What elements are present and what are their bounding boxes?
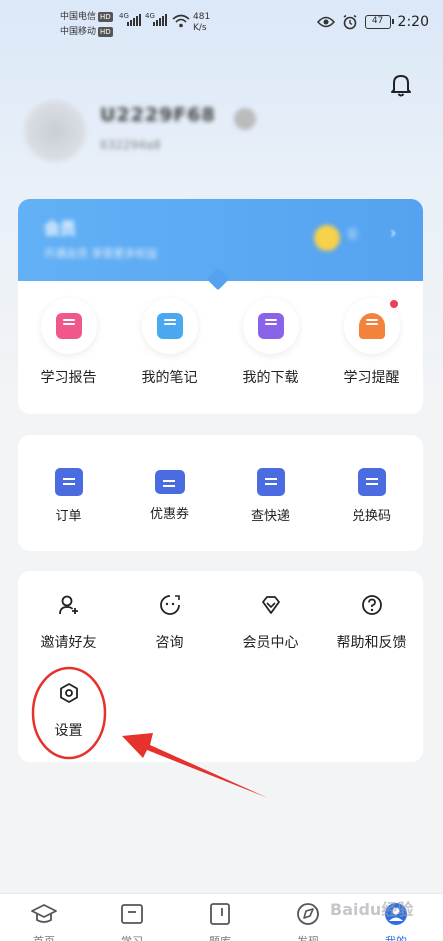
study-reminder-label: 学习提醒 (343, 370, 400, 386)
express-button[interactable]: 查快递 (220, 468, 321, 524)
vip-subtitle: 开通会员 享受更多权益 (44, 247, 158, 260)
settings-icon (59, 683, 78, 703)
redeem-code-label: 兑换码 (351, 509, 391, 524)
help-feedback-label: 帮助和反馈 (336, 635, 407, 651)
eye-icon (316, 16, 335, 28)
battery-indicator: 47 (364, 15, 394, 29)
report-icon (40, 298, 97, 354)
hd-badge: HD (98, 27, 113, 37)
study-book-icon (121, 904, 143, 924)
home-cap-icon (31, 904, 57, 923)
user-id: 632294a8 (100, 138, 161, 152)
discover-icon (297, 903, 319, 925)
express-icon (256, 468, 285, 496)
study-report-label: 学习报告 (40, 370, 97, 386)
reminder-icon (343, 298, 400, 354)
redeem-code-icon (357, 468, 386, 496)
tab-question-bank-label: 题库 (176, 933, 264, 941)
vip-coin-count: 0 (348, 227, 357, 243)
carrier-1: 中国电信 (60, 12, 97, 22)
my-downloads-button[interactable]: 我的下载 (220, 298, 321, 387)
avatar[interactable] (24, 100, 86, 162)
speed-unit: K/s (193, 23, 207, 33)
vip-title: 会员 (44, 219, 77, 238)
consult-button[interactable]: 咨询 (119, 594, 220, 652)
wifi-icon (172, 14, 190, 28)
status-bar: 中国电信 HD 中国移动 HD 4G 4G 481 K/s 47 2:20 (0, 0, 443, 48)
settings-button[interactable]: 设置 (18, 682, 119, 740)
order-icon (54, 468, 83, 496)
my-downloads-label: 我的下载 (242, 370, 299, 386)
tab-home[interactable]: 首页 (0, 902, 88, 941)
redeem-code-button[interactable]: 兑换码 (321, 468, 422, 524)
tab-profile-label: 我的 (352, 933, 440, 941)
member-center-label: 会员中心 (242, 635, 299, 651)
hd-badge: HD (98, 12, 113, 22)
level-badge-icon (234, 108, 256, 130)
coupon-icon (154, 470, 185, 494)
study-report-button[interactable]: 学习报告 (18, 298, 119, 387)
speed-value: 481 (193, 12, 211, 22)
chevron-right-icon: › (390, 223, 397, 242)
vip-card[interactable]: 会员 开通会员 享受更多权益 0 › (18, 199, 423, 281)
username: U2229F68 (100, 104, 216, 126)
status-right: 47 2:20 (316, 14, 429, 30)
help-icon (361, 595, 382, 615)
signal-icon (153, 14, 167, 26)
order-label: 订单 (55, 509, 82, 524)
question-bank-icon (210, 903, 230, 925)
invite-friend-label: 邀请好友 (40, 635, 97, 651)
download-icon (242, 298, 299, 354)
notes-icon (141, 298, 198, 354)
order-button[interactable]: 订单 (18, 468, 119, 524)
new-badge (389, 300, 398, 308)
tab-question-bank[interactable]: 题库 (176, 902, 264, 941)
member-center-button[interactable]: 会员中心 (220, 594, 321, 652)
watermark: Baidu经验 (330, 900, 414, 919)
consult-label: 咨询 (155, 635, 184, 651)
carrier-info: 中国电信 HD 中国移动 HD (60, 10, 113, 40)
settings-label: 设置 (54, 723, 83, 739)
tab-home-label: 首页 (0, 933, 88, 941)
help-feedback-button[interactable]: 帮助和反馈 (321, 594, 422, 652)
consult-icon (159, 595, 180, 615)
clock: 2:20 (397, 14, 429, 30)
invite-friend-button[interactable]: 邀请好友 (18, 594, 119, 652)
tab-study[interactable]: 学习 (88, 902, 176, 941)
tab-study-label: 学习 (88, 933, 176, 941)
my-notes-label: 我的笔记 (141, 370, 198, 386)
alarm-icon (343, 14, 356, 30)
signal-icon (127, 14, 141, 26)
coin-icon (314, 225, 340, 251)
invite-friend-icon (58, 595, 78, 615)
my-notes-button[interactable]: 我的笔记 (119, 298, 220, 387)
coupon-button[interactable]: 优惠券 (119, 468, 220, 522)
study-reminder-button[interactable]: 学习提醒 (321, 298, 422, 387)
tab-discover-label: 发现 (264, 933, 352, 941)
carrier-2: 中国移动 (60, 27, 97, 37)
coupon-label: 优惠券 (149, 507, 189, 522)
network-speed: 481 K/s (193, 12, 210, 34)
notification-bell-icon[interactable] (389, 72, 413, 98)
express-label: 查快递 (250, 509, 290, 524)
member-center-icon (261, 596, 280, 614)
